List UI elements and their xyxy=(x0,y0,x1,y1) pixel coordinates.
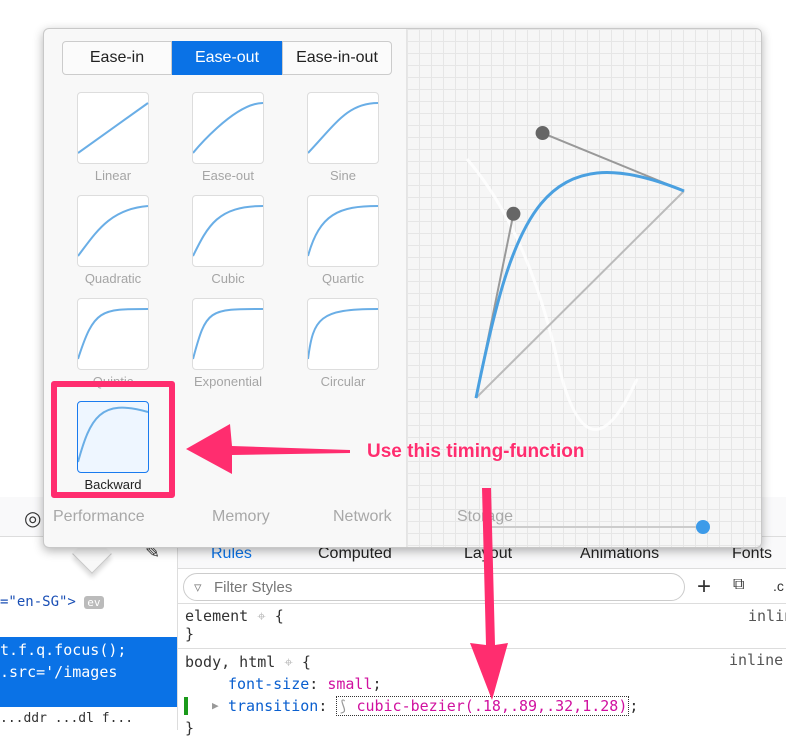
annotation-text: Use this timing-function xyxy=(367,441,585,462)
annotation-arrows xyxy=(186,424,508,700)
arrow-down-icon xyxy=(470,488,508,700)
arrow-left-icon xyxy=(186,424,350,474)
